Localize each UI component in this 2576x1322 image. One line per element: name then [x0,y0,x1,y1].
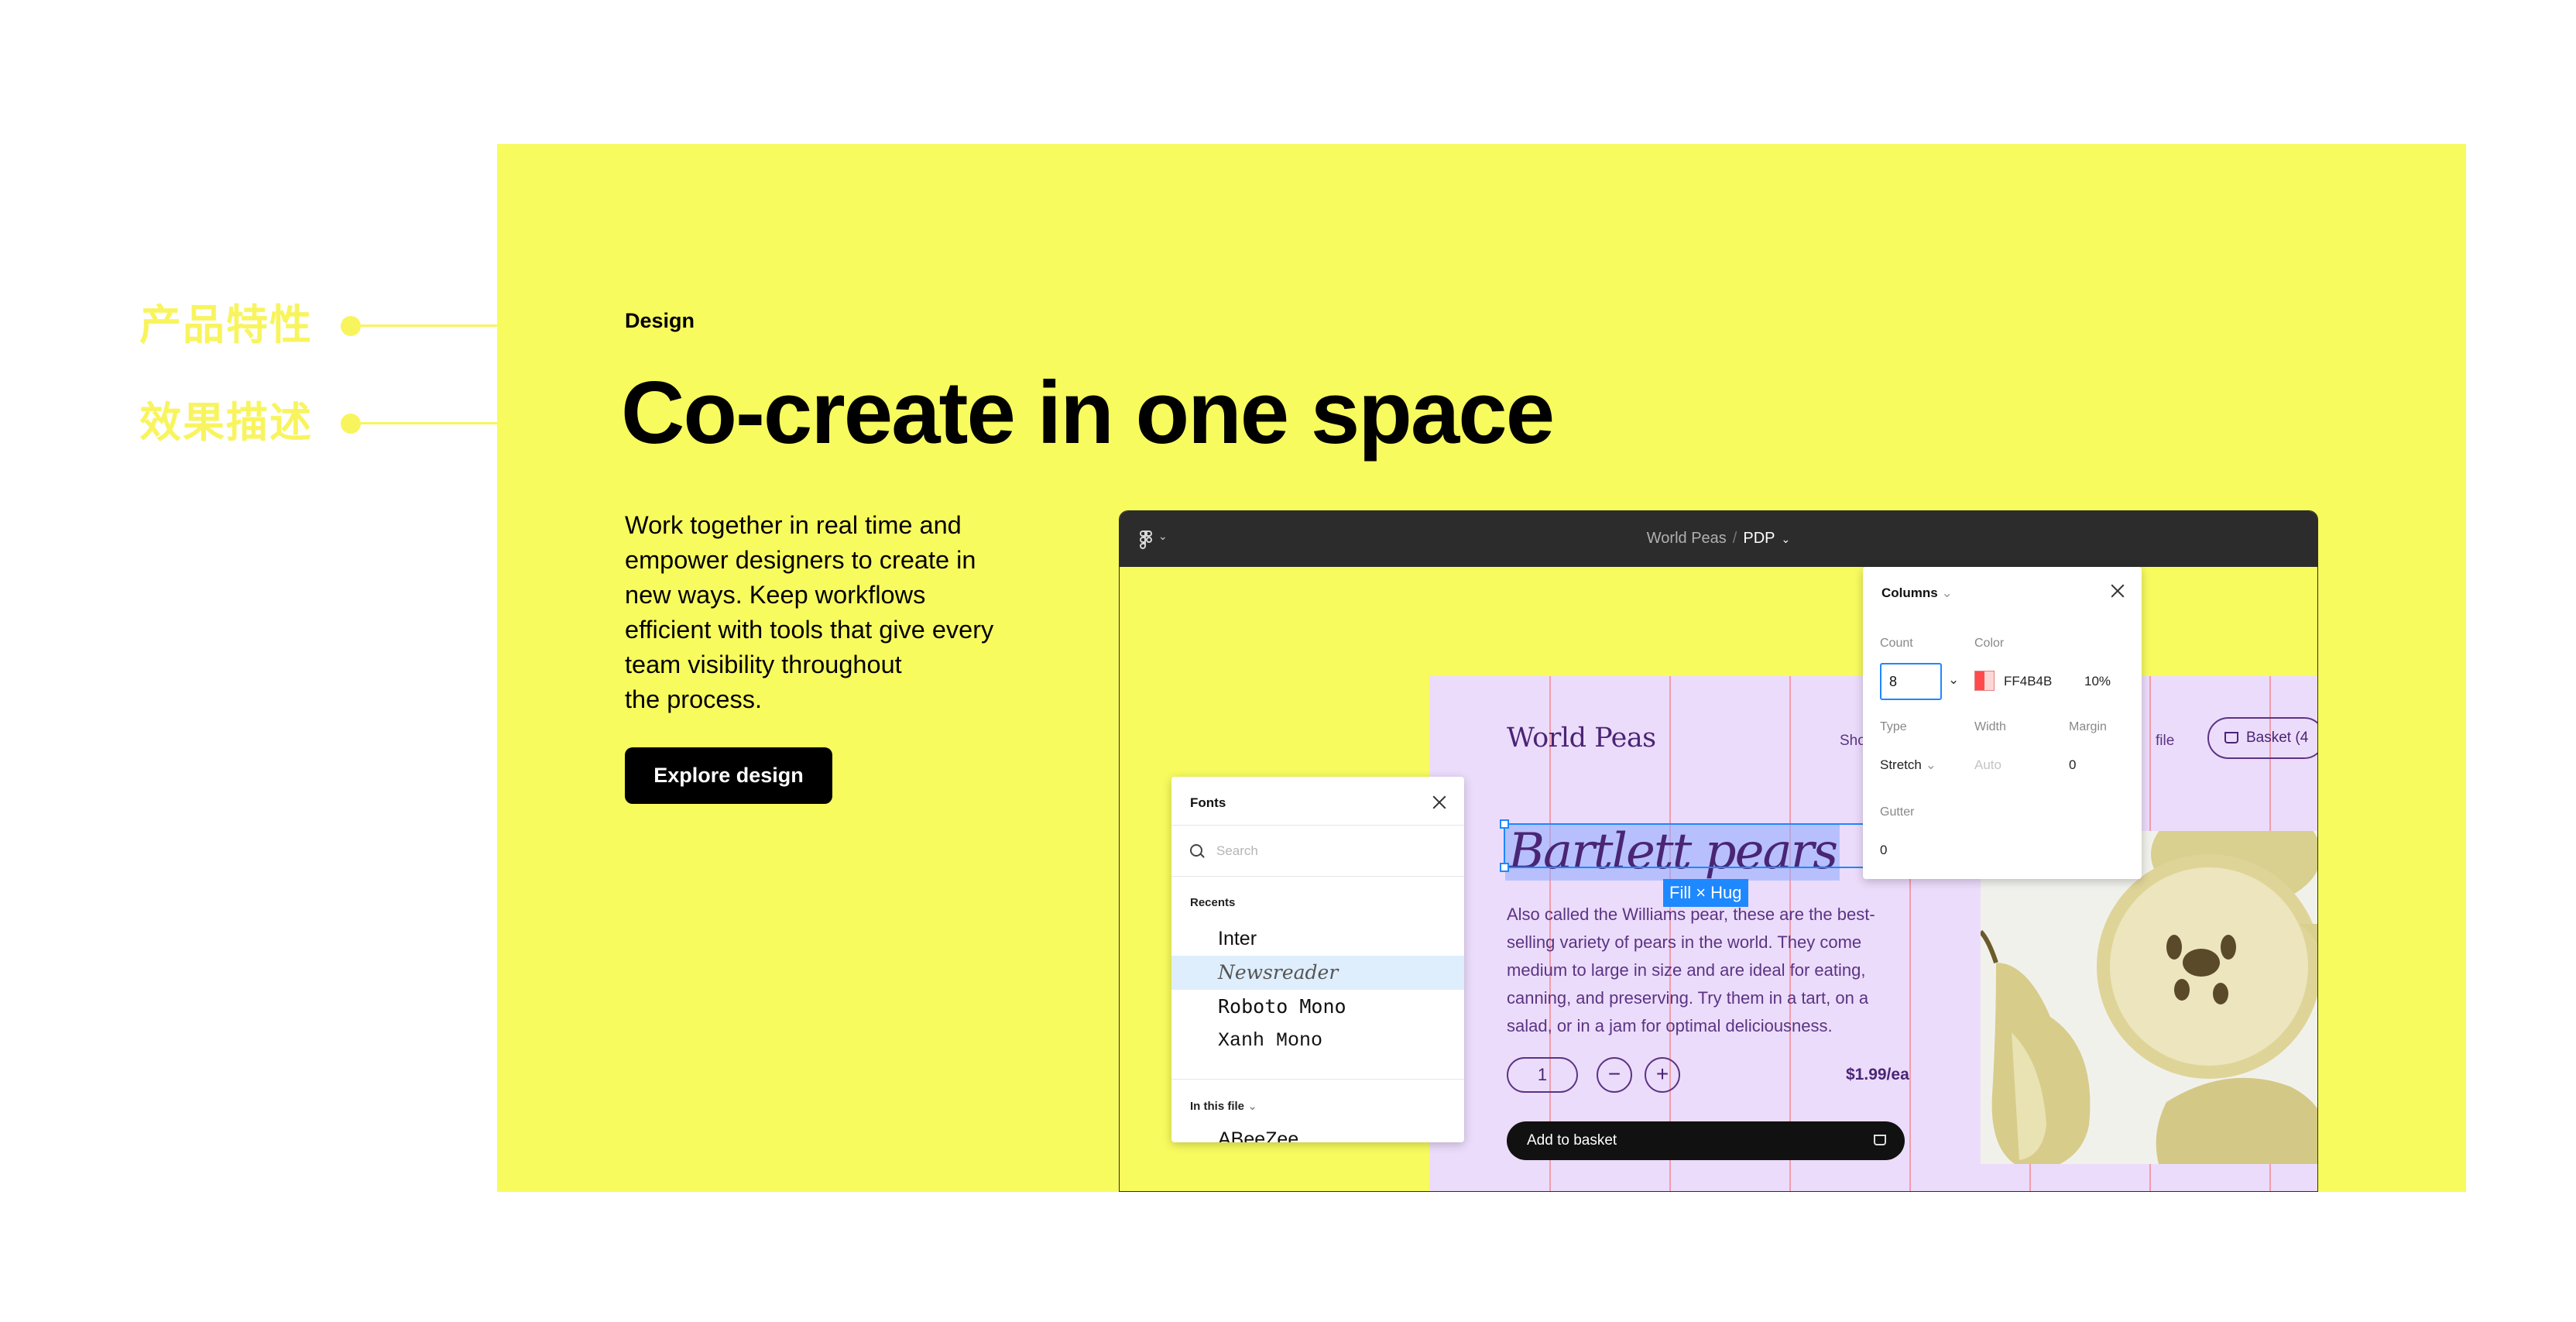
increase-quantity-button[interactable]: + [1645,1057,1680,1093]
divider [1171,825,1464,826]
hero-headline: Co-create in one space [621,364,1555,462]
search-icon [1190,844,1202,857]
hero-description-line: Work together in real time and [625,511,962,539]
margin-field[interactable]: 0 [2069,757,2076,773]
product-description: Also called the Williams pear, these are… [1507,905,1875,1035]
font-search-input[interactable] [1216,840,1441,862]
count-input[interactable] [1880,663,1942,700]
fonts-panel: Fonts Recents Inter Newsreader Roboto Mo… [1171,777,1464,1142]
explore-design-button[interactable]: Explore design [625,747,832,804]
editor-titlebar: ⌄ World Peas / PDP ⌄ [1120,511,2317,567]
annotation-dot [341,316,361,336]
selection-outline [1500,819,1905,872]
section-eyebrow: Design [625,309,695,332]
font-option-newsreader[interactable]: Newsreader [1171,956,1464,990]
chevron-down-icon: ⌄ [1925,757,1936,772]
chevron-down-icon[interactable]: ⌄ [1948,672,1959,688]
annotation-leader-line [361,422,497,424]
basket-label: Basket (4 [2246,730,2309,746]
product-price: $1.99/ea [1846,1066,1909,1083]
hero-description-line: new ways. Keep workflows [625,581,926,609]
hero-description-line: team visibility throughout [625,651,902,678]
type-label: Type [1880,720,1907,733]
decrease-quantity-button[interactable]: − [1597,1057,1632,1093]
breadcrumb-project[interactable]: World Peas [1647,530,1727,547]
pear-illustration [1981,831,2317,1164]
add-to-basket-button[interactable]: Add to basket [1507,1121,1905,1160]
annotation-dot [341,414,361,434]
breadcrumb: World Peas / PDP ⌄ [1120,530,2317,548]
margin-label: Margin [2069,720,2107,733]
annotation-label: 产品特性 [139,300,313,349]
basket-icon [1874,1135,1886,1145]
close-icon[interactable] [1431,794,1448,811]
brand-logo: World Peas [1507,723,1656,754]
basket-button[interactable]: Basket (4 [2207,717,2317,759]
basket-icon [2224,732,2238,743]
count-label: Count [1880,637,1913,650]
chevron-down-icon: ⌄ [1941,585,1953,600]
breadcrumb-separator: / [1732,530,1737,547]
resize-handle[interactable] [1500,819,1509,829]
close-icon[interactable] [2109,582,2126,599]
columns-panel: Columns ⌄ Count Color ⌄ FF4B4B 10% Type … [1863,567,2142,879]
hero-description: Work together in real time and empower d… [625,508,1058,717]
annotation-label: 效果描述 [139,398,313,447]
font-option-xanh-mono[interactable]: Xanh Mono [1171,1024,1464,1058]
columns-title-label: Columns [1881,585,1938,600]
add-to-basket-label: Add to basket [1527,1132,1617,1149]
resize-handle[interactable] [1500,863,1509,872]
font-option-inter[interactable]: Inter [1171,922,1464,956]
chevron-down-icon[interactable]: ⌄ [1781,533,1790,545]
type-value: Stretch [1880,757,1922,772]
divider [1171,876,1464,877]
width-label: Width [1974,720,2006,733]
design-hero-section: Design Co-create in one space Work toget… [497,144,2466,1192]
hero-description-line: the process. [625,685,763,713]
color-hex-value[interactable]: FF4B4B [2004,674,2052,689]
columns-panel-title[interactable]: Columns ⌄ [1881,585,1953,601]
recents-heading: Recents [1190,896,1236,909]
font-option-abeezee[interactable]: ABeeZee [1171,1122,1464,1142]
hero-description-line: empower designers to create in [625,546,976,574]
color-opacity-value[interactable]: 10% [2084,674,2111,689]
breadcrumb-page[interactable]: PDP [1743,530,1775,547]
quantity-field[interactable]: 1 [1507,1057,1578,1093]
width-field[interactable]: Auto [1974,757,2001,773]
nav-link-profile[interactable]: file [2156,733,2174,750]
font-option-roboto-mono[interactable]: Roboto Mono [1171,990,1464,1024]
product-image [1981,831,2317,1164]
gutter-field[interactable]: 0 [1880,843,1887,858]
gutter-label: Gutter [1880,805,1915,819]
color-label: Color [1974,637,2005,650]
type-select[interactable]: Stretch ⌄ [1880,757,1936,773]
divider [1171,1079,1464,1080]
in-this-file-label: In this file [1190,1100,1245,1113]
annotation-leader-line [361,324,497,327]
hero-description-line: efficient with tools that give every [625,616,994,644]
color-swatch[interactable] [1974,671,1995,691]
fonts-panel-title: Fonts [1190,795,1226,810]
chevron-down-icon: ⌄ [1247,1100,1257,1113]
in-this-file-heading[interactable]: In this file ⌄ [1190,1099,1257,1113]
